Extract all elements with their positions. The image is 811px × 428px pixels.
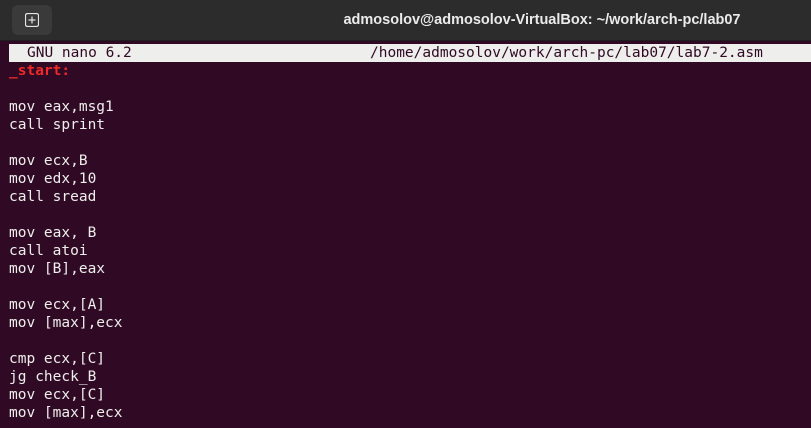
code-line: cmp ecx,[C] xyxy=(9,351,106,367)
terminal-area[interactable]: GNU nano 6.2 /home/admosolov/work/arch-p… xyxy=(0,41,811,428)
code-label-start: _start: xyxy=(9,63,71,79)
code-line: mov eax,msg1 xyxy=(9,99,114,115)
code-line: call sprint xyxy=(9,117,106,133)
code-line: mov [B],eax xyxy=(9,261,106,277)
code-line: mov eax, B xyxy=(9,225,97,241)
code-line: mov edx,10 xyxy=(9,171,97,187)
code-editor[interactable]: _start:mov eax,msg1 call sprint mov ecx,B m… xyxy=(9,62,123,422)
window-title: admosolov@admosolov-VirtualBox: ~/work/a… xyxy=(343,12,741,28)
window-titlebar: admosolov@admosolov-VirtualBox: ~/work/a… xyxy=(0,0,811,41)
code-line: call sread xyxy=(9,189,97,205)
code-line: call atoi xyxy=(9,243,88,259)
code-line: mov [max],ecx xyxy=(9,315,123,331)
code-line: jg check_B xyxy=(9,369,97,385)
new-tab-icon xyxy=(25,13,39,27)
nano-file-path: /home/admosolov/work/arch-pc/lab07/lab7-… xyxy=(370,45,763,61)
code-line: mov ecx,[C] xyxy=(9,387,106,403)
code-line: mov [max],ecx xyxy=(9,405,123,421)
code-line: mov ecx,B xyxy=(9,153,88,169)
new-tab-button[interactable] xyxy=(12,5,52,35)
nano-header-bar: GNU nano 6.2 /home/admosolov/work/arch-p… xyxy=(9,44,811,62)
nano-version: GNU nano 6.2 xyxy=(27,45,132,61)
code-line: mov ecx,[A] xyxy=(9,297,106,313)
